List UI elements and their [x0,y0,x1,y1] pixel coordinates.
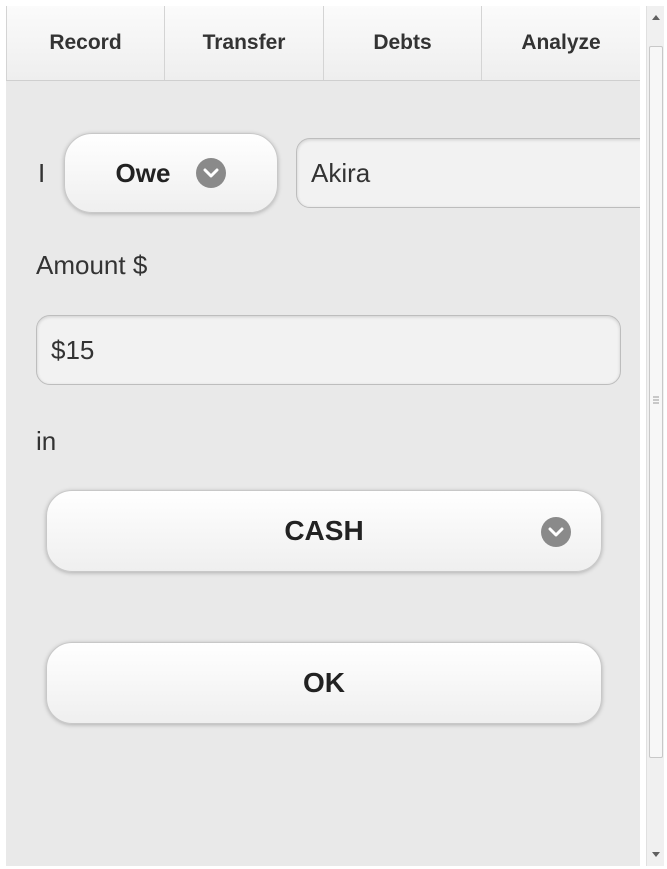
app-view: Record Transfer Debts Analyze I Owe Akir… [6,6,640,866]
person-name-value: Akira [311,157,371,188]
tab-debts[interactable]: Debts [324,6,482,80]
chevron-down-icon [196,158,227,188]
vertical-scrollbar[interactable] [646,6,664,866]
amount-field[interactable]: $15 [36,315,621,385]
tab-record[interactable]: Record [6,6,165,80]
tab-analyze[interactable]: Analyze [482,6,640,80]
ok-button-label: OK [303,667,345,698]
chevron-down-icon [541,517,571,547]
relation-select-value: Owe [115,157,171,188]
tab-transfer[interactable]: Transfer [165,6,324,80]
person-name-field[interactable]: Akira [296,138,640,208]
scrollbar-thumb[interactable] [649,46,663,758]
grip-icon [653,396,659,404]
account-select[interactable]: CASH [46,490,602,572]
tab-bar: Record Transfer Debts Analyze [6,6,640,81]
amount-label: Amount $ [36,250,148,280]
subject-label: I [38,158,46,188]
relation-select[interactable]: Owe [64,133,278,213]
arrow-up-icon[interactable] [647,6,665,28]
account-select-value: CASH [284,515,364,546]
in-label: in [36,426,57,456]
ok-button[interactable]: OK [46,642,602,724]
amount-value: $15 [51,334,95,365]
arrow-down-icon[interactable] [647,844,665,866]
